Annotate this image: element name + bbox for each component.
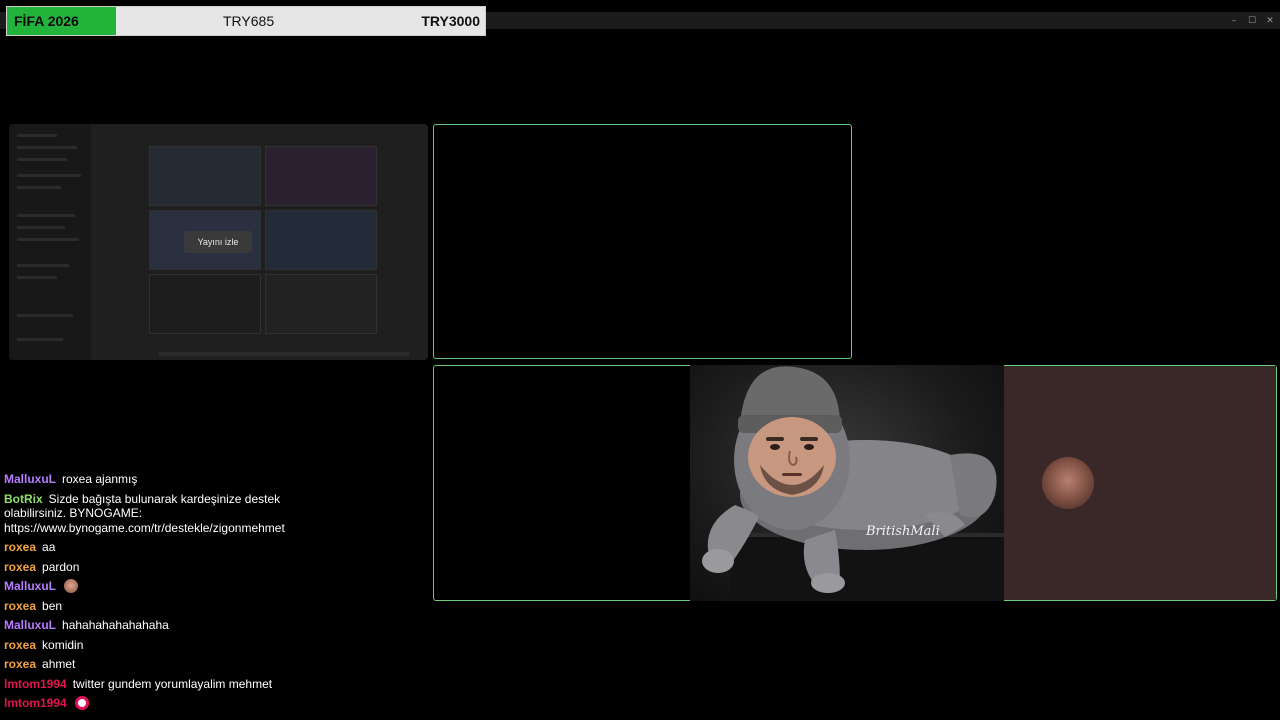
- preview-controls-bar: [159, 352, 409, 356]
- chat-text: ben: [42, 598, 63, 613]
- chat-username: MalluxuL: [4, 579, 57, 593]
- chat-message: roxea ahmet: [4, 657, 304, 672]
- chat-username: BotRix: [4, 491, 43, 506]
- chat-message: MalluxuL hahahahahahahaha: [4, 618, 304, 633]
- chat-text: ahmet: [42, 657, 76, 671]
- chat-message: lmtom1994 twitter gundem yorumlayalim meh…: [4, 677, 304, 692]
- chat-overlay: MalluxuL roxea ajanmış BotRix Sizde bağışta…: [4, 472, 304, 716]
- chat-username: lmtom1994: [4, 676, 67, 691]
- chat-message: MalluxuL roxea ajanmış: [4, 472, 304, 487]
- watch-stream-button[interactable]: Yayını izle: [184, 231, 252, 253]
- preview-sidebar: [9, 124, 91, 360]
- chat-message: roxea komidin: [4, 638, 304, 653]
- chat-text: Sizde bağışta bulunarak kardeşinize dest…: [4, 491, 285, 535]
- maximize-icon[interactable]: ☐: [1246, 16, 1258, 26]
- chat-text: roxea ajanmış: [62, 472, 138, 486]
- goal-current-amount: TRY685: [223, 13, 275, 29]
- camera-frame-top: [433, 124, 852, 359]
- chat-message: BotRix Sizde bağışta bulunarak kardeşiniz…: [4, 492, 304, 536]
- close-icon[interactable]: ✕: [1264, 16, 1276, 26]
- goal-target-amount: TRY3000: [421, 13, 480, 29]
- circle-emote-icon: [74, 696, 89, 710]
- cat-meme-image: [690, 365, 1004, 601]
- chat-text: komidin: [42, 637, 84, 652]
- chat-text: aa: [42, 540, 56, 554]
- chat-message: MalluxuL: [4, 579, 304, 594]
- donation-goal-bar: FİFA 2026 TRY685 TRY3000: [6, 6, 486, 36]
- window-controls: – ☐ ✕: [1228, 12, 1276, 29]
- chat-username: MalluxuL: [4, 472, 57, 486]
- cat-meme-illustration: [702, 366, 1004, 601]
- chat-username: MalluxuL: [4, 618, 57, 632]
- chat-username: roxea: [4, 559, 37, 574]
- chat-username: roxea: [4, 637, 37, 652]
- chat-message: roxea aa: [4, 540, 304, 555]
- meme-caption: BritishMali: [866, 524, 940, 539]
- chat-message: roxea ben: [4, 599, 304, 614]
- minimize-icon[interactable]: –: [1228, 16, 1240, 26]
- chat-username: roxea: [4, 657, 37, 671]
- chat-username: roxea: [4, 540, 37, 554]
- chat-text: twitter gundem yorumlayalim mehmet: [72, 676, 273, 691]
- chat-text: pardon: [42, 559, 80, 574]
- chat-username: roxea: [4, 598, 37, 613]
- chat-message: roxea pardon: [4, 560, 304, 575]
- stream-overlay: – ☐ ✕ FİFA 2026 TRY685 TRY3000 Yayını iz…: [0, 0, 1280, 720]
- face-avatar: [1042, 457, 1094, 509]
- chat-text: hahahahahahahaha: [62, 618, 169, 632]
- chat-message: lmtom1994: [4, 696, 304, 711]
- goal-title: FİFA 2026: [14, 13, 79, 29]
- chat-username: lmtom1994: [4, 696, 67, 710]
- face-emote-icon: [64, 579, 79, 593]
